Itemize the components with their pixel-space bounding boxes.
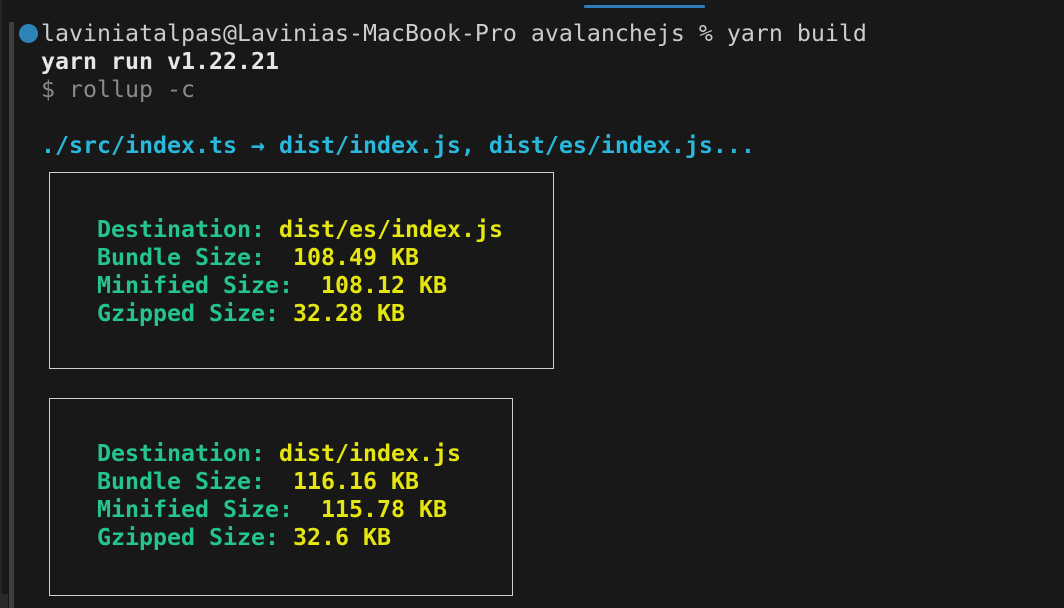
es-destination-line-seg-0 bbox=[41, 216, 97, 243]
main-gzipped-size-line-seg-1: Gzipped Size: bbox=[97, 524, 279, 551]
main-gzipped-size-line-seg-0 bbox=[41, 524, 97, 551]
main-minified-size-line-seg-3: 115.78 KB bbox=[321, 496, 447, 523]
rollup-target-line-seg-0: ./src/index.ts → dist/index.js, dist/es/… bbox=[41, 132, 755, 159]
es-minified-size-line-seg-3: 108.12 KB bbox=[321, 272, 447, 299]
main-bundle-size-line-seg-1: Bundle Size: bbox=[97, 468, 265, 495]
es-destination-line-seg-1: Destination: bbox=[97, 216, 265, 243]
es-bundle-size-line-seg-2 bbox=[265, 244, 293, 271]
es-gzipped-size-line-seg-0 bbox=[41, 300, 97, 327]
shell-command-line: $ rollup -c bbox=[41, 76, 195, 104]
es-gzipped-size-line-seg-2 bbox=[279, 300, 293, 327]
main-bundle-size-line-seg-0 bbox=[41, 468, 97, 495]
terminal-output: laviniatalpas@Lavinias-MacBook-Pro avala… bbox=[0, 20, 1064, 608]
main-destination-line-seg-1: Destination: bbox=[97, 440, 265, 467]
prompt-line-seg-0: laviniatalpas@Lavinias-MacBook-Pro avala… bbox=[41, 20, 867, 47]
es-minified-size-line-seg-2 bbox=[293, 272, 321, 299]
main-minified-size-line-seg-0 bbox=[41, 496, 97, 523]
es-bundle-size-line-seg-0 bbox=[41, 244, 97, 271]
main-gzipped-size-line-seg-2 bbox=[279, 524, 293, 551]
es-bundle-size-line: Bundle Size: 108.49 KB bbox=[41, 244, 419, 272]
es-gzipped-size-line-seg-1: Gzipped Size: bbox=[97, 300, 279, 327]
es-bundle-size-line-seg-1: Bundle Size: bbox=[97, 244, 265, 271]
main-bundle-size-line-seg-3: 116.16 KB bbox=[293, 468, 419, 495]
active-tab-indicator bbox=[584, 5, 705, 8]
es-gzipped-size-line: Gzipped Size: 32.28 KB bbox=[41, 300, 405, 328]
main-destination-line-seg-2 bbox=[265, 440, 279, 467]
main-minified-size-line-seg-2 bbox=[293, 496, 321, 523]
rollup-target-line: ./src/index.ts → dist/index.js, dist/es/… bbox=[41, 132, 755, 160]
es-destination-line: Destination: dist/es/index.js bbox=[41, 216, 503, 244]
es-gzipped-size-line-seg-3: 32.28 KB bbox=[293, 300, 405, 327]
terminal-panel[interactable]: laviniatalpas@Lavinias-MacBook-Pro avala… bbox=[0, 0, 1064, 608]
yarn-version-line-seg-0: yarn run v1.22.21 bbox=[41, 48, 279, 75]
main-gzipped-size-line: Gzipped Size: 32.6 KB bbox=[41, 524, 391, 552]
shell-command-line-seg-0: $ rollup -c bbox=[41, 76, 195, 103]
main-destination-line-seg-3: dist/index.js bbox=[279, 440, 461, 467]
main-minified-size-line: Minified Size: 115.78 KB bbox=[41, 496, 447, 524]
main-gzipped-size-line-seg-3: 32.6 KB bbox=[293, 524, 391, 551]
es-minified-size-line-seg-0 bbox=[41, 272, 97, 299]
es-minified-size-line-seg-1: Minified Size: bbox=[97, 272, 293, 299]
main-bundle-size-line: Bundle Size: 116.16 KB bbox=[41, 468, 419, 496]
es-destination-line-seg-2 bbox=[265, 216, 279, 243]
main-destination-line-seg-0 bbox=[41, 440, 97, 467]
main-bundle-size-line-seg-2 bbox=[265, 468, 293, 495]
yarn-version-line: yarn run v1.22.21 bbox=[41, 48, 279, 76]
es-destination-line-seg-3: dist/es/index.js bbox=[279, 216, 503, 243]
main-destination-line: Destination: dist/index.js bbox=[41, 440, 461, 468]
es-minified-size-line: Minified Size: 108.12 KB bbox=[41, 272, 447, 300]
es-bundle-size-line-seg-3: 108.49 KB bbox=[293, 244, 419, 271]
main-minified-size-line-seg-1: Minified Size: bbox=[97, 496, 293, 523]
prompt-line: laviniatalpas@Lavinias-MacBook-Pro avala… bbox=[41, 20, 867, 48]
